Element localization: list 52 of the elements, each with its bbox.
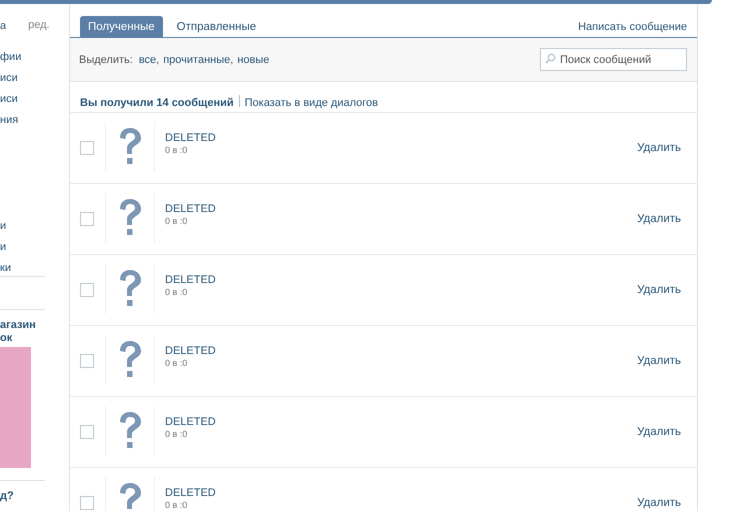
message-date: 0 в :0 — [165, 144, 188, 154]
delete-link[interactable]: Удалить — [637, 213, 681, 225]
message-date: 0 в :0 — [165, 428, 188, 438]
filter-label: Выделить: — [79, 54, 133, 66]
menu-link[interactable]: ки — [0, 261, 69, 282]
question-mark-icon[interactable] — [117, 482, 143, 511]
message-date: 0 в :0 — [165, 216, 188, 226]
sender-name[interactable]: DELETED — [165, 344, 638, 356]
delete-link[interactable]: Удалить — [637, 284, 681, 296]
menu-link[interactable]: ния — [0, 113, 69, 134]
checkbox[interactable] — [80, 496, 94, 510]
sender-name[interactable]: DELETED — [165, 202, 638, 214]
filter-link[interactable]: новые — [237, 54, 270, 66]
checkbox[interactable] — [80, 141, 94, 155]
question-mark-icon[interactable] — [117, 340, 143, 380]
menu-link[interactable]: фии — [0, 50, 69, 71]
checkbox[interactable] — [80, 425, 94, 439]
message-date: 0 в :0 — [165, 286, 188, 296]
sender-name[interactable]: DELETED — [165, 132, 638, 144]
message-date: 0 в :0 — [165, 500, 188, 510]
edit-link[interactable]: ред. — [28, 19, 50, 33]
tab[interactable]: Отправленные — [168, 16, 264, 37]
sender-name[interactable]: DELETED — [165, 416, 638, 428]
menu-link[interactable]: а — [0, 19, 6, 40]
checkbox[interactable] — [80, 212, 94, 226]
question-mark-icon[interactable] — [117, 411, 143, 451]
section-heading: д? — [0, 490, 15, 503]
sender-name[interactable]: DELETED — [165, 486, 638, 498]
delete-link[interactable]: Удалить — [637, 142, 681, 154]
checkbox[interactable] — [80, 283, 94, 297]
sender-name[interactable]: DELETED — [165, 274, 638, 286]
delete-link[interactable]: Удалить — [637, 426, 681, 438]
question-mark-icon[interactable] — [117, 269, 143, 309]
delete-link[interactable]: Удалить — [637, 497, 681, 509]
question-mark-icon[interactable] — [117, 198, 143, 238]
menu-link[interactable]: иси — [0, 71, 69, 92]
checkbox[interactable] — [80, 354, 94, 368]
photo-placeholder[interactable] — [0, 347, 31, 468]
search-field[interactable]: Поиск сообщений — [540, 48, 687, 71]
ad-title[interactable]: агазин ок — [0, 319, 40, 345]
tab[interactable]: Полученные — [80, 16, 163, 37]
filter-link[interactable]: все, — [138, 54, 160, 66]
delete-link[interactable]: Удалить — [637, 355, 681, 367]
message-date: 0 в :0 — [165, 358, 188, 368]
dialogs-link[interactable]: Показать в виде диалогов — [244, 97, 378, 109]
menu-link[interactable]: и — [0, 219, 69, 240]
compose-link[interactable]: Написать сообщение — [578, 21, 687, 37]
menu-link[interactable]: и — [0, 240, 69, 261]
message-count: Вы получили 14 сообщений — [80, 97, 234, 109]
menu-link[interactable]: иси — [0, 92, 69, 113]
question-mark-icon[interactable] — [117, 127, 143, 167]
filter-link[interactable]: прочитанные, — [163, 54, 234, 66]
